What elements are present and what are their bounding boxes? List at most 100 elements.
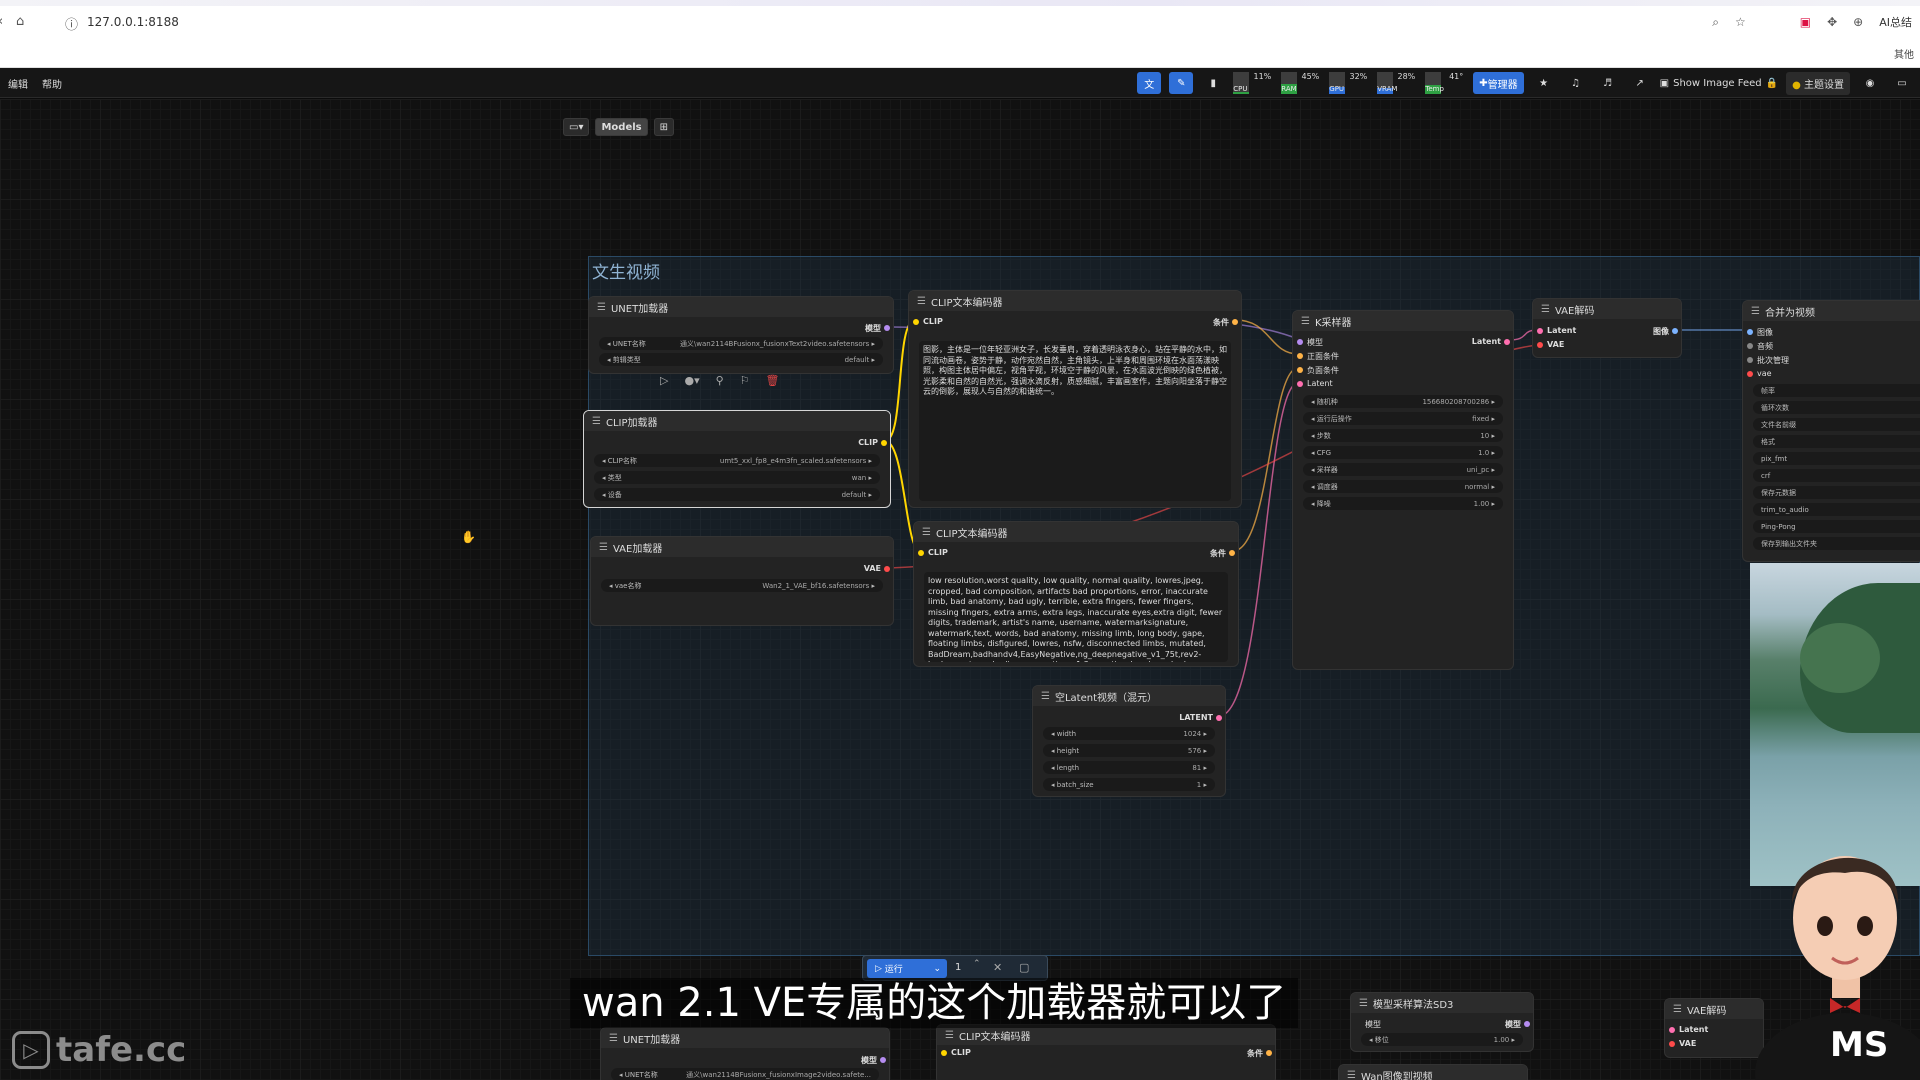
zoom-icon[interactable]: ⌕ [1712, 15, 1719, 30]
manager-button[interactable]: ✚ 管理器 [1473, 72, 1524, 94]
node-unet-loader-2[interactable]: ☰ UNET加载器 模型 ◂ UNET名称 通义\wan2114BFusionx_f… [600, 1027, 890, 1080]
widget-control-after[interactable]: ◂ 运行后操作 fixed ▸ [1303, 412, 1503, 425]
input-vae-socket[interactable] [1669, 1041, 1675, 1047]
widget-device[interactable]: ◂ 设备 default ▸ [594, 488, 880, 501]
node-menu-icon[interactable]: ☰ [1347, 1070, 1356, 1080]
node-menu-icon[interactable]: ☰ [1673, 1004, 1682, 1015]
node-menu-icon[interactable]: ☰ [922, 527, 931, 538]
run-button[interactable]: ▷ 运行 ⌄ [867, 959, 947, 978]
output-image-socket[interactable] [1672, 328, 1678, 334]
widget-length[interactable]: ◂ length 81 ▸ [1043, 761, 1215, 774]
input-negative-socket[interactable] [1297, 367, 1303, 373]
share-icon[interactable]: ↗ [1628, 72, 1652, 94]
pin-icon[interactable]: ⚐ [740, 374, 750, 387]
bookmark-icon[interactable]: ▮ [1201, 72, 1225, 94]
input-latent-socket[interactable] [1537, 328, 1543, 334]
node-menu-icon[interactable]: ☰ [1751, 306, 1760, 317]
node-unet-loader[interactable]: ☰ UNET加载器 模型 ◂ UNET名称 通义\wan2114BFusionx_f… [588, 296, 894, 374]
node-menu-icon[interactable]: ☰ [1301, 316, 1310, 327]
widget-batch-size[interactable]: ◂ batch_size 1 ▸ [1043, 778, 1215, 791]
models-button[interactable]: Models [595, 118, 648, 136]
node-menu-icon[interactable]: ☰ [592, 416, 601, 427]
node-menu-icon[interactable]: ☰ [599, 542, 608, 553]
output-model-socket[interactable] [880, 1057, 886, 1063]
output-model-socket[interactable] [1524, 1021, 1530, 1027]
panel-toggle-icon[interactable]: ▭ [1890, 72, 1914, 94]
input-model-socket[interactable] [1297, 339, 1303, 345]
input-latent-socket[interactable] [1297, 381, 1303, 387]
widget-clip-name[interactable]: ◂ CLIP名称 umt5_xxl_fp8_e4m3fn_scaled.safet… [594, 454, 880, 467]
input-batch-manager-socket[interactable] [1747, 357, 1753, 363]
node-menu-icon[interactable]: ☰ [945, 1030, 954, 1041]
wand-icon[interactable]: ⚲ [716, 374, 724, 387]
close-icon[interactable]: ✕ [993, 961, 1002, 974]
ai-summary-button[interactable]: AI总结 [1879, 14, 1912, 30]
home-icon[interactable]: ⌂ [16, 14, 24, 29]
add-model-icon[interactable]: ⊞ [653, 118, 675, 136]
folder-dropdown[interactable]: ▭▾ [563, 118, 590, 136]
node-clip-loader[interactable]: ☰ CLIP加载器 CLIP ◂ CLIP名称 umt5_xxl_fp8_e4m3f… [583, 410, 891, 508]
input-latent-socket[interactable] [1669, 1027, 1675, 1033]
play-icon[interactable]: ▷ [660, 374, 668, 387]
widget-denoise[interactable]: ◂ 降噪 1.00 ▸ [1303, 497, 1503, 510]
address-bar[interactable]: 127.0.0.1:8188 [87, 15, 179, 29]
widget-save-metadata[interactable]: 保存元数据 [1753, 486, 1920, 499]
node-empty-latent-video[interactable]: ☰ 空Latent视频（混元） LATENT ◂ width 1024 ▸ ◂ he… [1032, 685, 1226, 797]
input-images-socket[interactable] [1747, 329, 1753, 335]
delete-icon[interactable]: 🗑 [766, 374, 780, 387]
star-icon[interactable]: ☆ [1735, 15, 1746, 29]
user-avatar-icon[interactable]: ◉ [1858, 72, 1882, 94]
widget-sampler[interactable]: ◂ 采样器 uni_pc ▸ [1303, 463, 1503, 476]
widget-unet-name[interactable]: ◂ UNET名称 通义\wan2114BFusionx_fusionxImage2… [611, 1068, 879, 1080]
widget-unet-name[interactable]: ◂ UNET名称 通义\wan2114BFusionx_fusionxText2v… [599, 337, 883, 350]
widget-shift[interactable]: ◂ 移位 1.00 ▸ [1361, 1033, 1523, 1046]
stepper-icon[interactable]: ⌃ [973, 959, 981, 969]
widget-filename-prefix[interactable]: 文件名前缀 [1753, 418, 1920, 431]
widget-loop-count[interactable]: 循环次数 [1753, 401, 1920, 414]
puzzle-icon[interactable]: ✥ [1827, 15, 1837, 29]
node-combine-video[interactable]: ☰ 合并为视频 图像 音频 批次管理 vae 帧率 循环次数 文件名前缀 格式 p… [1742, 300, 1920, 562]
widget-seed[interactable]: ◂ 随机种 156680208700286 ▸ [1303, 395, 1503, 408]
menu-edit[interactable]: 编辑 [8, 76, 28, 91]
widget-clip-type[interactable]: ◂ 类型 wan ▸ [594, 471, 880, 484]
back-icon[interactable]: ‹ [0, 14, 3, 29]
node-model-sampling-sd3[interactable]: ☰ 模型采样算法SD3 模型 模型 ◂ 移位 1.00 ▸ [1350, 992, 1534, 1052]
node-menu-icon[interactable]: ☰ [1359, 998, 1368, 1009]
output-latent-socket[interactable] [1216, 715, 1222, 721]
node-wan-image-to-video[interactable]: ☰ Wan图像到视频 [1338, 1064, 1528, 1080]
output-conditioning-socket[interactable] [1232, 319, 1238, 325]
output-model-socket[interactable] [884, 325, 890, 331]
node-ksampler[interactable]: ☰ K采样器 模型 正面条件 负面条件 Latent Latent ◂ 随机种 15… [1292, 310, 1514, 670]
show-image-feed-button[interactable]: ▣ Show Image Feed 🔒 [1660, 78, 1778, 89]
positive-prompt-textarea[interactable]: 图影，主体是一位年轻亚洲女子，长发垂肩，穿着透明泳衣身心，站在平静的水中，如同流… [919, 341, 1231, 501]
other-bookmarks[interactable]: 其他 [1894, 46, 1914, 61]
widget-cfg[interactable]: ◂ CFG 1.0 ▸ [1303, 446, 1503, 459]
node-menu-icon[interactable]: ☰ [597, 302, 606, 313]
widget-save-output[interactable]: 保存到输出文件夹 [1753, 537, 1920, 550]
output-latent-socket[interactable] [1504, 339, 1510, 345]
translate-icon[interactable]: 文 [1137, 72, 1162, 94]
input-vae-socket[interactable] [1747, 371, 1753, 377]
widget-steps[interactable]: ◂ 步数 10 ▸ [1303, 429, 1503, 442]
alert-icon[interactable]: ♬ [1596, 72, 1620, 94]
widget-format[interactable]: 格式 [1753, 435, 1920, 448]
theme-settings-button[interactable]: ● 主题设置 [1786, 71, 1850, 95]
extension-icon[interactable]: ▣ [1800, 15, 1811, 29]
input-clip-socket[interactable] [913, 319, 919, 325]
output-clip-socket[interactable] [881, 440, 887, 446]
menu-help[interactable]: 帮助 [42, 76, 62, 91]
node-menu-icon[interactable]: ☰ [917, 296, 926, 307]
widget-ping-pong[interactable]: Ping-Pong [1753, 520, 1920, 533]
node-vae-decode-2[interactable]: ☰ VAE解码 Latent VAE [1664, 998, 1764, 1058]
brush-icon[interactable]: ✎ [1169, 72, 1194, 94]
bell-icon[interactable]: ♫ [1564, 72, 1588, 94]
negative-prompt-textarea[interactable]: low resolution,worst quality, low qualit… [924, 572, 1228, 662]
widget-scheduler[interactable]: ◂ 调度器 normal ▸ [1303, 480, 1503, 493]
node-menu-icon[interactable]: ☰ [1541, 304, 1550, 315]
widget-pix-fmt[interactable]: pix_fmt [1753, 452, 1920, 465]
widget-height[interactable]: ◂ height 576 ▸ [1043, 744, 1215, 757]
batch-count[interactable]: 1 [955, 962, 961, 973]
node-menu-icon[interactable]: ☰ [1041, 691, 1050, 702]
input-vae-socket[interactable] [1537, 342, 1543, 348]
widget-width[interactable]: ◂ width 1024 ▸ [1043, 727, 1215, 740]
